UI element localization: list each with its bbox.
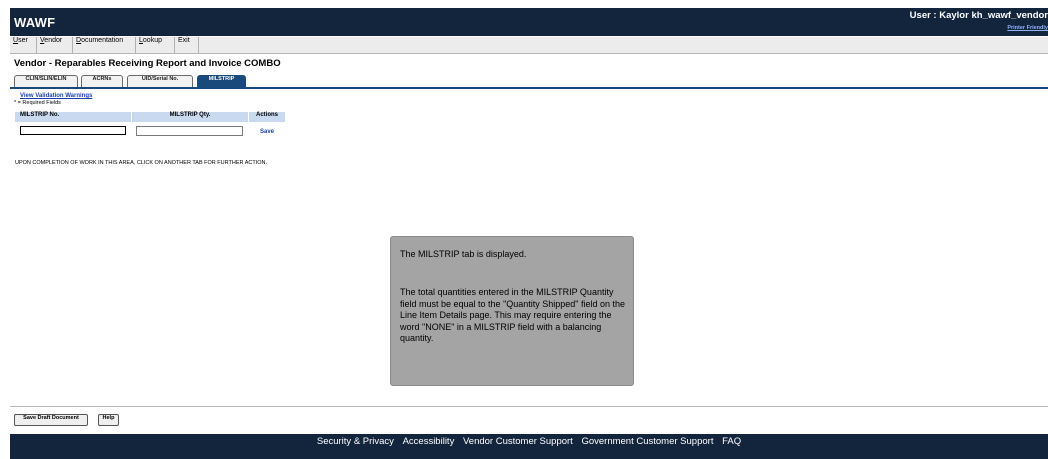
footer-link-faq[interactable]: FAQ bbox=[722, 436, 741, 447]
column-header-actions: Actions bbox=[249, 112, 285, 122]
divider bbox=[10, 406, 1048, 407]
save-row-link[interactable]: Save bbox=[260, 129, 274, 135]
menu-vendor[interactable]: Vendor bbox=[37, 37, 73, 53]
menu-lookup[interactable]: Lookup bbox=[136, 37, 175, 53]
view-validation-warnings-link[interactable]: View Validation Warnings bbox=[20, 93, 92, 99]
menu-bar: User Vendor Documentation Lookup Exit bbox=[10, 37, 1048, 54]
app-title: WAWF bbox=[14, 15, 56, 30]
milstrip-no-input[interactable] bbox=[20, 126, 126, 135]
milstrip-qty-input[interactable] bbox=[136, 126, 243, 136]
printer-friendly-link[interactable]: Printer Friendly bbox=[1007, 25, 1048, 31]
footer-link-vendor-support[interactable]: Vendor Customer Support bbox=[463, 436, 573, 447]
tab-underline bbox=[10, 87, 1048, 89]
page-title: Vendor - Reparables Receiving Report and… bbox=[14, 58, 281, 69]
footer-link-security-privacy[interactable]: Security & Privacy bbox=[317, 436, 394, 447]
column-header-milstrip-qty: MILSTRIP Qty. bbox=[132, 112, 248, 122]
footer-link-accessibility[interactable]: Accessibility bbox=[403, 436, 455, 447]
help-button[interactable]: Help bbox=[98, 414, 119, 426]
footer-link-government-support[interactable]: Government Customer Support bbox=[581, 436, 713, 447]
menu-exit[interactable]: Exit bbox=[175, 37, 199, 53]
footer-links: Security & Privacy Accessibility Vendor … bbox=[10, 436, 1048, 447]
menu-documentation[interactable]: Documentation bbox=[73, 37, 136, 53]
menu-user[interactable]: User bbox=[10, 37, 37, 53]
app-header: WAWF User : Kaylor kh_wawf_vendor Printe… bbox=[10, 8, 1048, 36]
column-header-milstrip-no: MILSTRIP No. bbox=[15, 112, 131, 122]
completion-instruction: UPON COMPLETION OF WORK IN THIS AREA, CL… bbox=[15, 160, 268, 166]
save-draft-button[interactable]: Save Draft Document bbox=[14, 414, 88, 426]
page-frame: WAWF User : Kaylor kh_wawf_vendor Printe… bbox=[10, 8, 1048, 459]
required-fields-note: * = Required Fields bbox=[14, 100, 61, 106]
callout-body: The total quantities entered in the MILS… bbox=[400, 287, 626, 343]
user-info: User : Kaylor kh_wawf_vendor bbox=[909, 10, 1048, 21]
tutorial-callout: The MILSTRIP tab is displayed. The total… bbox=[390, 236, 634, 386]
page-footer: Security & Privacy Accessibility Vendor … bbox=[10, 434, 1048, 459]
callout-heading: The MILSTRIP tab is displayed. bbox=[400, 249, 527, 259]
